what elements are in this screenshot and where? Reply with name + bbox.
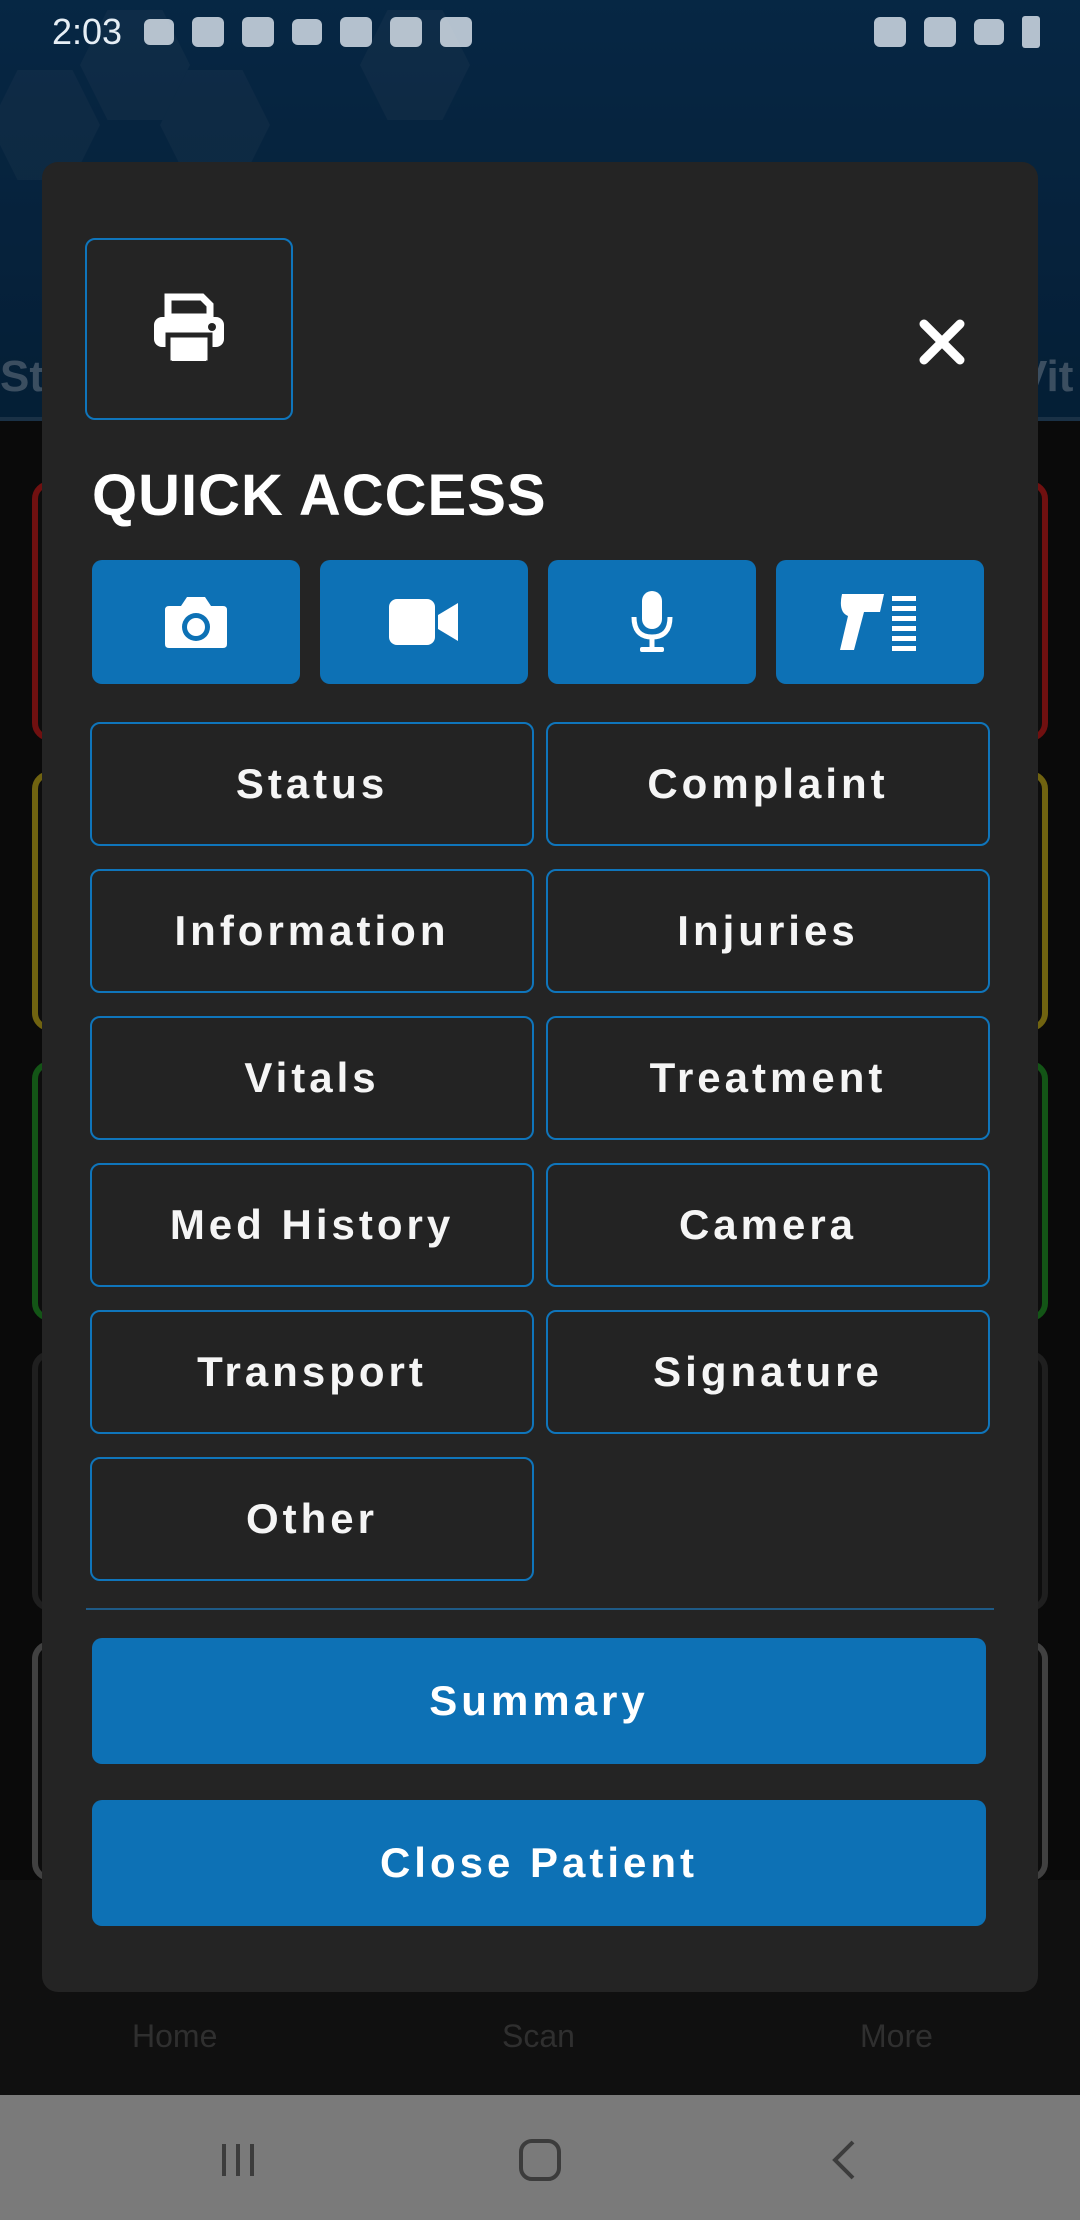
back-button[interactable] (814, 2130, 874, 2190)
network-icon (292, 19, 323, 45)
section-complaint-button[interactable]: Complaint (546, 722, 990, 846)
signal-icon (974, 19, 1004, 45)
recents-icon (222, 2144, 254, 2176)
summary-button[interactable]: Summary (92, 1638, 986, 1764)
close-button[interactable] (902, 302, 982, 382)
teams-icon (192, 17, 225, 47)
photo-button[interactable] (92, 560, 300, 684)
recents-button[interactable] (208, 2130, 268, 2190)
section-camera-button[interactable]: Camera (546, 1163, 990, 1287)
status-bar: 2:03 (0, 0, 1080, 64)
barcode-scanner-icon (840, 594, 916, 651)
quick-access-modal: QUICK ACCESS Status Complaint Informatio… (42, 162, 1038, 1992)
back-icon (832, 2140, 855, 2180)
audio-button[interactable] (548, 560, 756, 684)
section-vitals-button[interactable]: Vitals (90, 1016, 534, 1140)
section-other-button[interactable]: Other (90, 1457, 534, 1581)
microphone-icon (631, 591, 673, 652)
teams-icon (242, 17, 275, 47)
close-patient-button[interactable]: Close Patient (92, 1800, 986, 1926)
print-button[interactable] (85, 238, 293, 420)
section-signature-button[interactable]: Signature (546, 1310, 990, 1434)
battery-icon (1022, 16, 1040, 48)
home-button[interactable] (510, 2130, 570, 2190)
section-status-button[interactable]: Status (90, 722, 534, 846)
divider (86, 1608, 994, 1610)
section-information-button[interactable]: Information (90, 869, 534, 993)
video-icon (389, 599, 458, 645)
section-transport-button[interactable]: Transport (90, 1310, 534, 1434)
image-icon (390, 17, 423, 47)
section-med-history-button[interactable]: Med History (90, 1163, 534, 1287)
section-treatment-button[interactable]: Treatment (546, 1016, 990, 1140)
mail-icon (440, 17, 473, 47)
status-time: 2:03 (52, 11, 123, 52)
voicemail-icon (144, 19, 175, 45)
modal-title: QUICK ACCESS (92, 463, 547, 528)
video-button[interactable] (320, 560, 528, 684)
barcode-scan-button[interactable] (776, 560, 984, 684)
printer-icon (154, 293, 224, 365)
close-icon (919, 319, 965, 365)
home-icon (519, 2139, 561, 2181)
screen-mirror-icon (340, 17, 373, 47)
system-status-icons (874, 16, 1040, 48)
section-injuries-button[interactable]: Injuries (546, 869, 990, 993)
wifi-icon (924, 17, 956, 47)
notification-icons (144, 17, 473, 47)
alarm-icon (874, 17, 906, 47)
camera-icon (165, 597, 227, 648)
